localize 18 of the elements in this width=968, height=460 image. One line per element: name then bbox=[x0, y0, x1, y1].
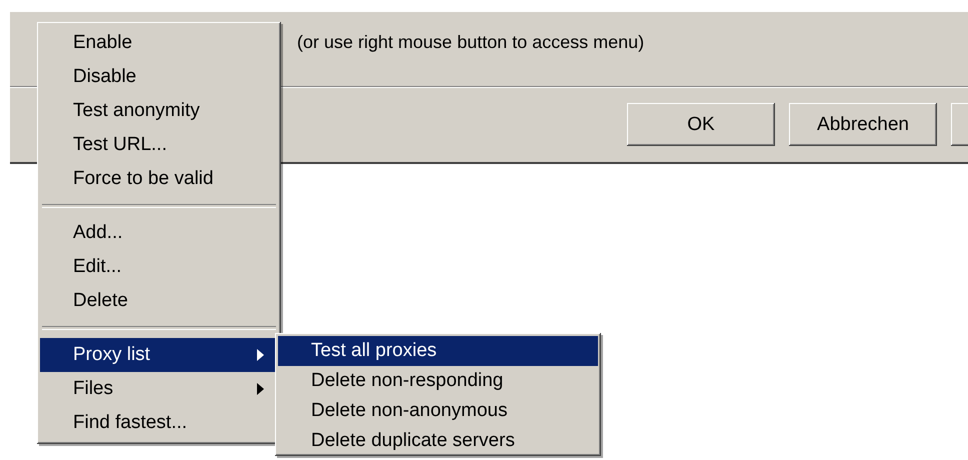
menu-item[interactable]: Test anonymity bbox=[40, 94, 278, 128]
menu-item[interactable]: Delete bbox=[40, 284, 278, 318]
menu-item[interactable]: Delete duplicate servers bbox=[278, 426, 598, 456]
menu-item[interactable]: Proxy list bbox=[40, 338, 278, 372]
menu-item[interactable]: Delete non-anonymous bbox=[278, 396, 598, 426]
hint-text: (or use right mouse button to access menu) bbox=[297, 32, 644, 52]
menu-item[interactable]: Test URL... bbox=[40, 128, 278, 162]
menu-item[interactable]: Force to be valid bbox=[40, 162, 278, 196]
dialog-button[interactable]: OK bbox=[627, 103, 775, 146]
menu-item[interactable]: Find fastest... bbox=[40, 406, 278, 440]
menu-item[interactable]: Disable bbox=[40, 60, 278, 94]
menu-item[interactable]: Enable bbox=[40, 26, 278, 60]
menu-item[interactable]: Delete non-responding bbox=[278, 366, 598, 396]
menu-item[interactable]: Test all proxies bbox=[278, 336, 598, 366]
dialog-button[interactable]: Abbrechen bbox=[789, 103, 937, 146]
menu-item[interactable]: Files bbox=[40, 372, 278, 406]
menu-item[interactable]: Edit... bbox=[40, 250, 278, 284]
menu-item[interactable]: Add... bbox=[40, 216, 278, 250]
